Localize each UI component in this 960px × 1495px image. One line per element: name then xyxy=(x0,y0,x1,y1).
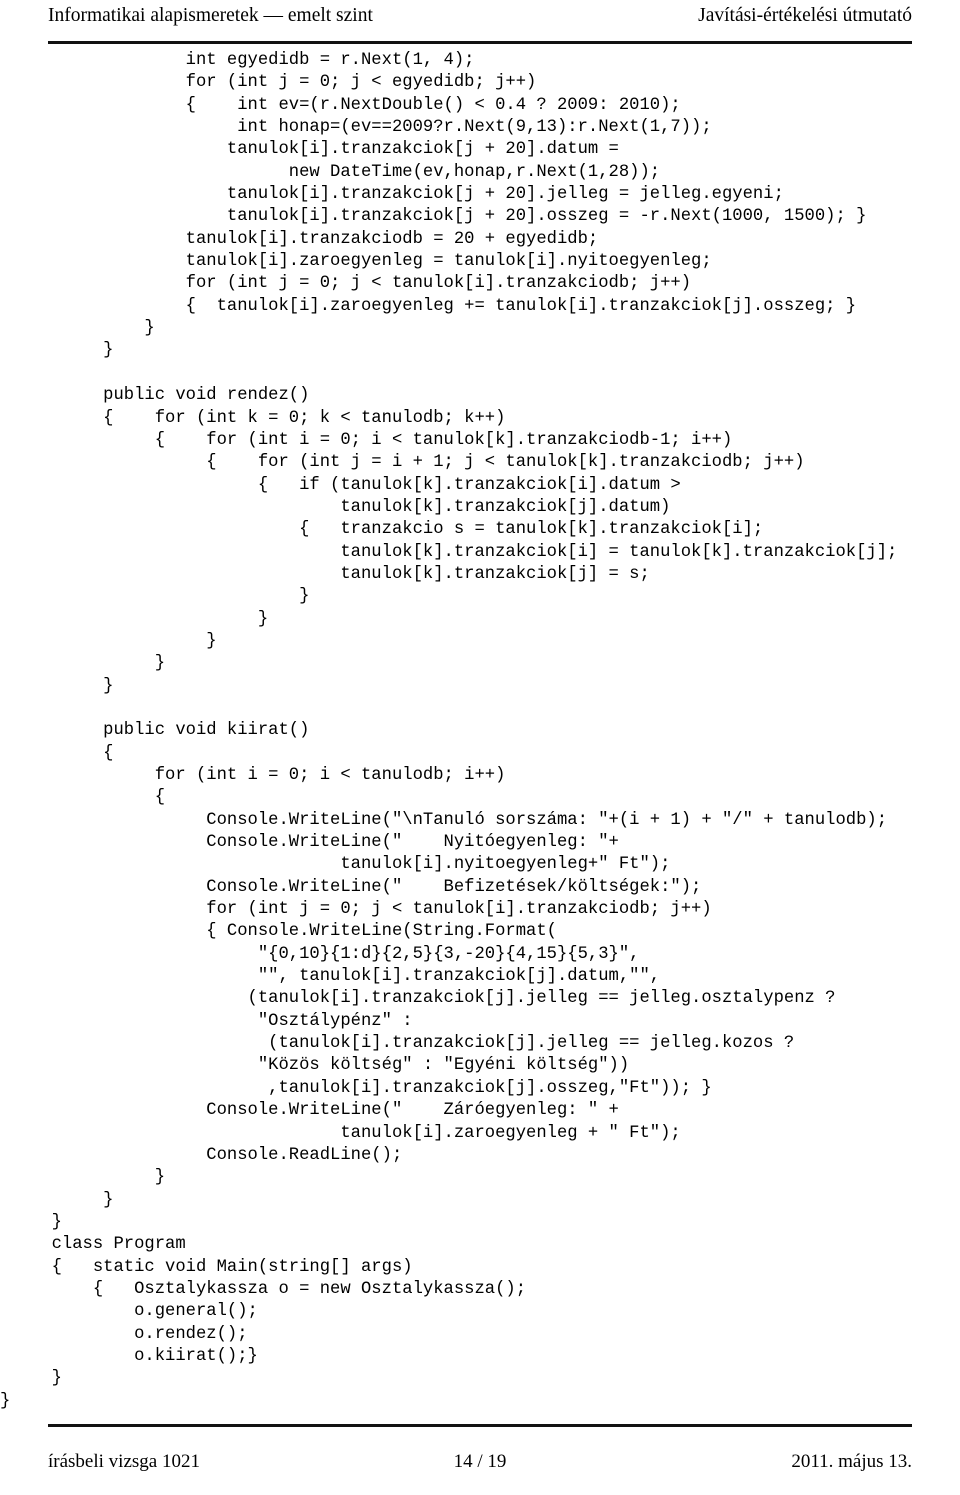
code-line: for (int j = 0; j < egyedidb; j++) xyxy=(0,73,537,93)
code-line: { xyxy=(0,743,114,763)
code-line: } xyxy=(0,587,310,607)
code-line: o.kiirat();} xyxy=(0,1346,258,1366)
code-line: tanulok[i].tranzakciok[j + 20].datum = xyxy=(0,140,619,160)
code-line: { for (int i = 0; i < tanulok[k].tranzak… xyxy=(0,430,733,450)
header-divider-rule xyxy=(48,41,912,44)
code-line: o.rendez(); xyxy=(0,1324,248,1344)
code-line: public void kiirat() xyxy=(0,721,310,741)
code-line: public void rendez() xyxy=(0,386,310,406)
code-line: new DateTime(ev,honap,r.Next(1,28)); xyxy=(0,162,661,182)
header-subject-title: Informatikai alapismeretek — emelt szint xyxy=(48,5,373,26)
code-line: o.general(); xyxy=(0,1302,258,1322)
code-line: } xyxy=(0,1168,166,1188)
code-line: tanulok[k].tranzakciok[j].datum) xyxy=(0,497,671,517)
code-line: } xyxy=(0,676,114,696)
code-line: { int ev=(r.NextDouble() < 0.4 ? 2009: 2… xyxy=(0,95,681,115)
code-line: { static void Main(string[] args) xyxy=(0,1257,413,1277)
code-line: "{0,10}{1:d}{2,5}{3,-20}{4,15}{5,3}", xyxy=(0,944,640,964)
code-line: } xyxy=(0,1212,62,1232)
code-line: ,tanulok[i].tranzakciok[j].osszeg,"Ft"))… xyxy=(0,1078,712,1098)
code-line: Console.WriteLine(" Befizetések/költsége… xyxy=(0,877,702,897)
code-line: "Közös költség" : "Egyéni költség")) xyxy=(0,1056,630,1076)
code-line: { Osztalykassza o = new Osztalykassza(); xyxy=(0,1279,527,1299)
code-line: } xyxy=(0,341,114,361)
code-line: (tanulok[i].tranzakciok[j].jelleg == jel… xyxy=(0,989,836,1009)
code-line: Console.WriteLine(" Záróegyenleg: " + xyxy=(0,1101,619,1121)
page-running-footer: írásbeli vizsga 1021 14 / 19 2011. május… xyxy=(48,1450,912,1476)
code-line: } xyxy=(0,1190,114,1210)
code-line: int honap=(ev==2009?r.Next(9,13):r.Next(… xyxy=(0,118,712,138)
code-line: { for (int j = i + 1; j < tanulok[k].tra… xyxy=(0,453,805,473)
code-line: { for (int k = 0; k < tanulodb; k++) xyxy=(0,408,506,428)
footer-exam-date: 2011. május 13. xyxy=(791,1451,912,1472)
code-line: tanulok[i].tranzakciok[j + 20].jelleg = … xyxy=(0,185,784,205)
code-line: { if (tanulok[k].tranzakciok[i].datum > xyxy=(0,475,681,495)
source-code-listing: int egyedidb = r.Next(1, 4); for (int j … xyxy=(0,50,960,1413)
code-line: Console.WriteLine("\nTanuló sorszáma: "+… xyxy=(0,810,888,830)
page-running-header: Informatikai alapismeretek — emelt szint… xyxy=(48,4,912,30)
code-line: for (int i = 0; i < tanulodb; i++) xyxy=(0,766,506,785)
code-line: tanulok[i].tranzakciodb = 20 + egyedidb; xyxy=(0,229,599,249)
code-line: class Program xyxy=(0,1235,186,1255)
code-line: } xyxy=(0,654,166,674)
code-line: tanulok[i].nyitoegyenleg+" Ft"); xyxy=(0,855,671,875)
code-line: "Osztálypénz" : xyxy=(0,1011,413,1031)
code-line: tanulok[i].zaroegyenleg + " Ft"); xyxy=(0,1123,681,1143)
code-line: for (int j = 0; j < tanulok[i].tranzakci… xyxy=(0,274,692,294)
code-line: int egyedidb = r.Next(1, 4); xyxy=(0,51,475,70)
header-document-type: Javítási-értékelési útmutató xyxy=(698,5,912,26)
exam-page: Informatikai alapismeretek — emelt szint… xyxy=(0,0,960,1495)
code-line: (tanulok[i].tranzakciok[j].jelleg == jel… xyxy=(0,1034,795,1054)
code-line: { tanulok[i].zaroegyenleg += tanulok[i].… xyxy=(0,296,857,316)
footer-page-number: 14 / 19 xyxy=(453,1451,507,1472)
code-line: tanulok[k].tranzakciok[i] = tanulok[k].t… xyxy=(0,542,898,562)
code-line: } xyxy=(0,319,155,339)
code-line: tanulok[i].tranzakciok[j + 20].osszeg = … xyxy=(0,207,867,227)
code-line: } xyxy=(0,609,269,629)
code-line: } xyxy=(0,1369,62,1389)
code-line: { tranzakcio s = tanulok[k].tranzakciok[… xyxy=(0,520,764,540)
code-line: } xyxy=(0,631,217,651)
code-line: "", tanulok[i].tranzakciok[j].datum,"", xyxy=(0,967,661,987)
code-line: Console.ReadLine(); xyxy=(0,1145,403,1165)
code-line: { xyxy=(0,788,166,808)
code-line: tanulok[i].zaroegyenleg = tanulok[i].nyi… xyxy=(0,252,712,272)
footer-divider-rule xyxy=(48,1424,912,1427)
code-line: Console.WriteLine(" Nyitóegyenleg: "+ xyxy=(0,833,619,853)
code-line: tanulok[k].tranzakciok[j] = s; xyxy=(0,564,650,584)
code-line: { Console.WriteLine(String.Format( xyxy=(0,922,557,942)
code-line: } xyxy=(0,1391,11,1411)
code-line: for (int j = 0; j < tanulok[i].tranzakci… xyxy=(0,900,712,920)
